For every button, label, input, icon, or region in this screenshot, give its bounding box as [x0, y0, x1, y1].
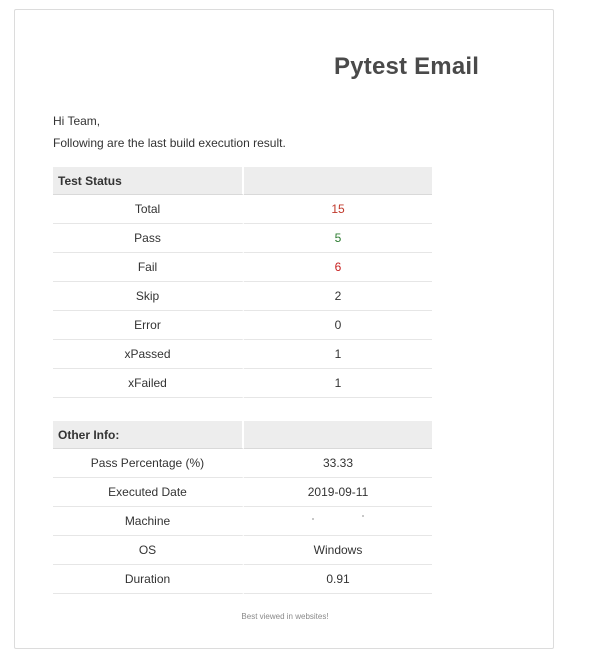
table-row: Pass 5 [53, 224, 432, 253]
test-status-header-blank [244, 167, 432, 195]
machine-redacted [312, 515, 364, 525]
info-label-executed-date: Executed Date [53, 478, 244, 507]
table-row: xPassed 1 [53, 340, 432, 369]
info-label-machine: Machine [53, 507, 244, 536]
status-value-xpassed: 1 [244, 340, 432, 369]
status-value-xfailed: 1 [244, 369, 432, 398]
other-info-header: Other Info: [53, 421, 244, 449]
info-value-os: Windows [244, 536, 432, 565]
fail-count: 6 [334, 260, 342, 274]
status-label-total: Total [53, 195, 244, 224]
info-value-executed-date: 2019-09-11 [244, 478, 432, 507]
status-label-fail: Fail [53, 253, 244, 282]
info-value-pass-percentage: 33.33 [244, 449, 432, 478]
status-label-pass: Pass [53, 224, 244, 253]
greeting-text: Hi Team, [53, 114, 101, 128]
other-info-header-blank [244, 421, 432, 449]
other-info-table: Other Info: Pass Percentage (%) 33.33 Ex… [53, 421, 432, 594]
status-value-pass: 5 [244, 224, 432, 253]
footer-note: Best viewed in websites! [241, 612, 329, 621]
status-label-error: Error [53, 311, 244, 340]
table-row: Duration 0.91 [53, 565, 432, 594]
table-row: Pass Percentage (%) 33.33 [53, 449, 432, 478]
table-row: Total 15 [53, 195, 432, 224]
table-row: Executed Date 2019-09-11 [53, 478, 432, 507]
table-row: Machine [53, 507, 432, 536]
info-label-os: OS [53, 536, 244, 565]
info-value-duration: 0.91 [244, 565, 432, 594]
email-title: Pytest Email [334, 53, 480, 80]
status-value-fail: 6 [244, 253, 432, 282]
table-row: xFailed 1 [53, 369, 432, 398]
status-label-skip: Skip [53, 282, 244, 311]
table-row: OS Windows [53, 536, 432, 565]
total-count: 15 [331, 202, 345, 216]
table-row: Fail 6 [53, 253, 432, 282]
status-value-error: 0 [244, 311, 432, 340]
status-label-xpassed: xPassed [53, 340, 244, 369]
pass-count: 5 [334, 231, 342, 245]
table-row: Skip 2 [53, 282, 432, 311]
status-label-xfailed: xFailed [53, 369, 244, 398]
test-status-table: Test Status Total 15 Pass 5 Fail 6 Skip … [53, 167, 432, 398]
info-label-pass-percentage: Pass Percentage (%) [53, 449, 244, 478]
table-row: Error 0 [53, 311, 432, 340]
status-value-total: 15 [244, 195, 432, 224]
test-status-header: Test Status [53, 167, 244, 195]
status-value-skip: 2 [244, 282, 432, 311]
info-label-duration: Duration [53, 565, 244, 594]
intro-text: Following are the last build execution r… [53, 136, 286, 150]
info-value-machine [244, 507, 432, 536]
